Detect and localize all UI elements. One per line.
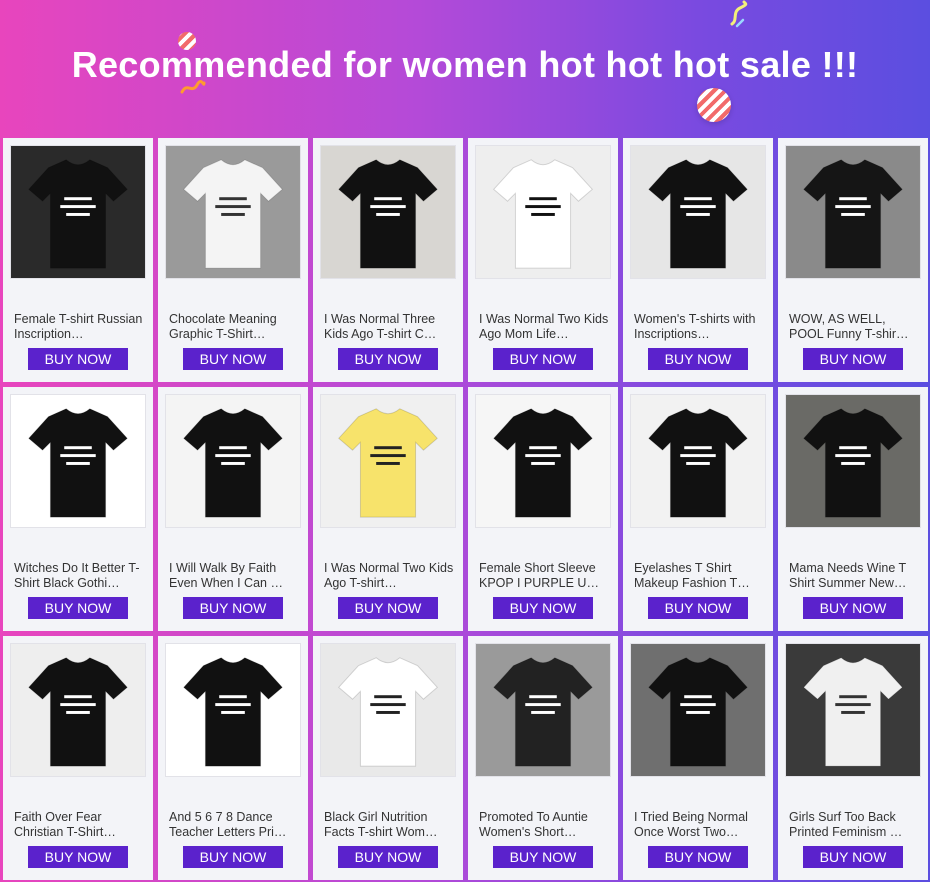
product-card[interactable]: Promoted To Auntie Women's Short… BUY NOW (468, 636, 618, 880)
product-image[interactable] (630, 394, 766, 528)
product-title[interactable]: Witches Do It Better T-Shirt Black Gothi… (14, 561, 144, 591)
product-card[interactable]: Girls Surf Too Back Printed Feminism … BU… (778, 636, 928, 880)
product-title[interactable]: I Was Normal Three Kids Ago T-shirt C… (324, 312, 454, 342)
product-title[interactable]: I Tried Being Normal Once Worst Two… (634, 810, 764, 840)
buy-now-button[interactable]: BUY NOW (183, 348, 283, 370)
product-image[interactable] (475, 643, 611, 777)
buy-now-button[interactable]: BUY NOW (28, 597, 128, 619)
tshirt-icon (11, 146, 145, 278)
product-image[interactable] (475, 394, 611, 528)
confetti-ribbon-icon (730, 0, 748, 28)
product-image[interactable] (630, 643, 766, 777)
product-title[interactable]: I Was Normal Two Kids Ago Mom Life… (479, 312, 609, 342)
tshirt-icon (476, 395, 610, 527)
product-title[interactable]: Black Girl Nutrition Facts T-shirt Wom… (324, 810, 454, 840)
product-card[interactable]: Women's T-shirts with Inscriptions… BUY N… (623, 138, 773, 382)
tshirt-icon (11, 395, 145, 527)
product-card[interactable]: WOW, AS WELL, POOL Funny T-shir… BUY NOW (778, 138, 928, 382)
buy-now-button[interactable]: BUY NOW (493, 348, 593, 370)
product-title[interactable]: I Will Walk By Faith Even When I Can … (169, 561, 299, 591)
tshirt-icon (321, 146, 455, 278)
product-image[interactable] (10, 394, 146, 528)
product-image[interactable] (165, 394, 301, 528)
buy-now-button[interactable]: BUY NOW (648, 597, 748, 619)
product-title[interactable]: Mama Needs Wine T Shirt Summer New… (789, 561, 919, 591)
product-card[interactable]: Faith Over Fear Christian T-Shirt… BUY NO… (3, 636, 153, 880)
buy-now-button[interactable]: BUY NOW (803, 348, 903, 370)
product-title[interactable]: Women's T-shirts with Inscriptions… (634, 312, 764, 342)
product-title[interactable]: Chocolate Meaning Graphic T-Shirt… (169, 312, 299, 342)
tshirt-icon (786, 395, 920, 527)
product-image[interactable] (785, 643, 921, 777)
tshirt-icon (476, 146, 610, 278)
product-image[interactable] (785, 145, 921, 279)
buy-now-button[interactable]: BUY NOW (28, 348, 128, 370)
product-image[interactable] (165, 145, 301, 279)
tshirt-icon (166, 644, 300, 776)
product-card[interactable]: Chocolate Meaning Graphic T-Shirt… BUY NO… (158, 138, 308, 382)
tshirt-icon (786, 644, 920, 776)
buy-now-button[interactable]: BUY NOW (338, 846, 438, 868)
buy-now-button[interactable]: BUY NOW (493, 846, 593, 868)
product-card[interactable]: I Will Walk By Faith Even When I Can … BU… (158, 387, 308, 631)
product-image[interactable] (785, 394, 921, 528)
promo-banner: Recommended for women hot hot hot sale !… (0, 0, 930, 136)
product-card[interactable]: Witches Do It Better T-Shirt Black Gothi… (3, 387, 153, 631)
product-image[interactable] (165, 643, 301, 777)
buy-now-button[interactable]: BUY NOW (803, 846, 903, 868)
product-image[interactable] (10, 145, 146, 279)
tshirt-icon (631, 146, 765, 278)
product-card[interactable]: Eyelashes T Shirt Makeup Fashion T… BUY N… (623, 387, 773, 631)
tshirt-icon (166, 395, 300, 527)
buy-now-button[interactable]: BUY NOW (183, 597, 283, 619)
product-title[interactable]: I Was Normal Two Kids Ago T-shirt… (324, 561, 454, 591)
product-card[interactable]: I Was Normal Two Kids Ago T-shirt… BUY NO… (313, 387, 463, 631)
product-title[interactable]: And 5 6 7 8 Dance Teacher Letters Pri… (169, 810, 299, 840)
product-title[interactable]: Female Short Sleeve KPOP I PURPLE U… (479, 561, 609, 591)
buy-now-button[interactable]: BUY NOW (648, 348, 748, 370)
tshirt-icon (786, 146, 920, 278)
product-card[interactable]: Black Girl Nutrition Facts T-shirt Wom… B… (313, 636, 463, 880)
buy-now-button[interactable]: BUY NOW (648, 846, 748, 868)
product-image[interactable] (10, 643, 146, 777)
tshirt-icon (631, 395, 765, 527)
buy-now-button[interactable]: BUY NOW (338, 348, 438, 370)
product-grid: Female T-shirt Russian Inscription… BUY N… (3, 138, 930, 880)
product-card[interactable]: I Was Normal Three Kids Ago T-shirt C… BU… (313, 138, 463, 382)
buy-now-button[interactable]: BUY NOW (803, 597, 903, 619)
buy-now-button[interactable]: BUY NOW (183, 846, 283, 868)
tshirt-icon (11, 644, 145, 776)
product-image[interactable] (320, 145, 456, 279)
product-title[interactable]: WOW, AS WELL, POOL Funny T-shir… (789, 312, 919, 342)
product-card[interactable]: Female T-shirt Russian Inscription… BUY N… (3, 138, 153, 382)
product-title[interactable]: Girls Surf Too Back Printed Feminism … (789, 810, 919, 840)
tshirt-icon (166, 146, 300, 278)
striped-ball-decoration-large (697, 88, 731, 122)
product-image[interactable] (630, 145, 766, 279)
product-title[interactable]: Faith Over Fear Christian T-Shirt… (14, 810, 144, 840)
buy-now-button[interactable]: BUY NOW (493, 597, 593, 619)
tshirt-icon (321, 644, 455, 776)
banner-title: Recommended for women hot hot hot sale !… (71, 44, 859, 85)
product-card[interactable]: Female Short Sleeve KPOP I PURPLE U… BUY … (468, 387, 618, 631)
product-title[interactable]: Female T-shirt Russian Inscription… (14, 312, 144, 342)
product-title[interactable]: Eyelashes T Shirt Makeup Fashion T… (634, 561, 764, 591)
buy-now-button[interactable]: BUY NOW (28, 846, 128, 868)
product-card[interactable]: And 5 6 7 8 Dance Teacher Letters Pri… BU… (158, 636, 308, 880)
product-image[interactable] (475, 145, 611, 279)
product-card[interactable]: I Tried Being Normal Once Worst Two… BUY … (623, 636, 773, 880)
product-title[interactable]: Promoted To Auntie Women's Short… (479, 810, 609, 840)
product-image[interactable] (320, 643, 456, 777)
tshirt-icon (476, 644, 610, 776)
tshirt-icon (321, 395, 455, 527)
product-card[interactable]: I Was Normal Two Kids Ago Mom Life… BUY N… (468, 138, 618, 382)
tshirt-icon (631, 644, 765, 776)
buy-now-button[interactable]: BUY NOW (338, 597, 438, 619)
product-image[interactable] (320, 394, 456, 528)
product-card[interactable]: Mama Needs Wine T Shirt Summer New… BUY N… (778, 387, 928, 631)
